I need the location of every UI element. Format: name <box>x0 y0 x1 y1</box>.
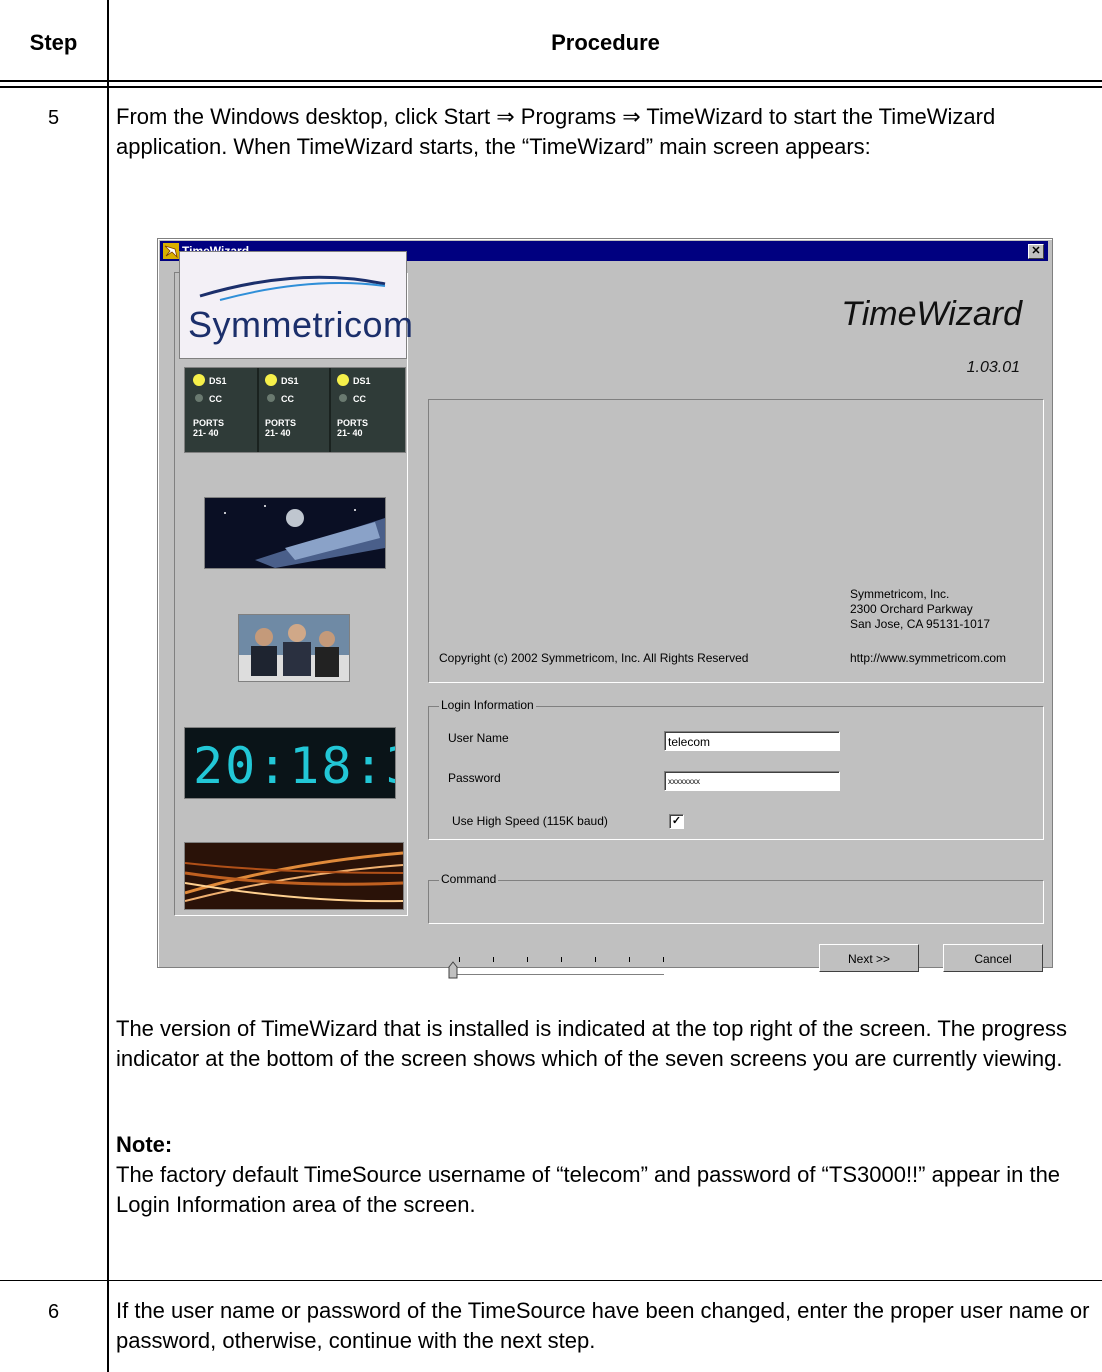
fiber-optics-image <box>184 842 404 910</box>
business-people-image <box>238 614 350 682</box>
digital-clock-image: 20:18:3 <box>184 727 396 799</box>
led-panel-image: DS1 CC PORTS 21- 40 DS1 CC PORTS 21- 40 DS1 CC POR… <box>184 367 406 453</box>
led-label: CC <box>209 394 222 404</box>
brand-title: TimeWizard <box>841 295 1022 333</box>
step5-description: The version of TimeWizard that is instal… <box>116 1016 1067 1071</box>
company-address-1: 2300 Orchard Parkway <box>850 602 973 616</box>
progress-tick <box>629 957 630 962</box>
progress-tick <box>493 957 494 962</box>
password-input[interactable]: xxxxxxxx <box>664 771 840 791</box>
app-icon <box>163 243 179 259</box>
led-off-icon <box>267 394 275 402</box>
header-step: Step <box>29 30 78 55</box>
satellite-image <box>204 497 386 569</box>
symmetricom-logo: Symmetricom <box>179 251 413 359</box>
progress-tick <box>595 957 596 962</box>
step-number-6: 6 <box>47 1301 60 1323</box>
user-name-input[interactable]: telecom <box>664 731 840 751</box>
company-address-2: San Jose, CA 95131-1017 <box>850 617 991 631</box>
led-label: CC <box>353 394 366 404</box>
led-off-icon <box>195 394 203 402</box>
led-label: CC <box>281 394 294 404</box>
cancel-button[interactable]: Cancel <box>943 944 1043 972</box>
column-divider <box>107 0 109 1372</box>
row-separator <box>0 1280 1102 1281</box>
info-panel <box>428 399 1044 683</box>
user-name-label: User Name <box>448 731 509 745</box>
progress-tick <box>663 957 664 962</box>
close-button[interactable]: ✕ <box>1028 244 1044 259</box>
ports-label: PORTS <box>337 418 368 428</box>
ports-label: PORTS <box>265 418 296 428</box>
clock-digits: 20:18:3 <box>193 737 395 795</box>
step-number-5: 5 <box>47 107 60 129</box>
progress-track <box>454 974 664 978</box>
company-name: Symmetricom, Inc. <box>850 587 950 601</box>
logo-swoosh-icon <box>199 275 386 301</box>
header-procedure: Procedure <box>551 30 660 55</box>
led-yellow-icon <box>337 374 349 386</box>
step6-text: If the user name or password of the Time… <box>116 1298 1090 1353</box>
password-label: Password <box>448 771 501 785</box>
led-off-icon <box>339 394 347 402</box>
login-group-label: Login Information <box>439 698 536 712</box>
step5-intro: From the Windows desktop, click Start ⇒ … <box>116 104 996 159</box>
header-rule-top <box>0 80 1102 82</box>
ports-range: 21- 40 <box>337 428 363 438</box>
next-button[interactable]: Next >> <box>819 944 919 972</box>
logo-text: Symmetricom <box>188 304 414 345</box>
ports-range: 21- 40 <box>193 428 219 438</box>
progress-thumb-icon <box>448 961 458 979</box>
high-speed-checkbox[interactable]: ✓ <box>669 814 684 829</box>
high-speed-label: Use High Speed (115K baud) <box>452 814 608 828</box>
version-number: 1.03.01 <box>966 359 1020 376</box>
note-body: The factory default TimeSource username … <box>116 1162 1061 1217</box>
progress-tick <box>527 957 528 962</box>
progress-tick <box>459 957 460 962</box>
progress-tick <box>561 957 562 962</box>
led-yellow-icon <box>265 374 277 386</box>
led-label: DS1 <box>209 376 227 386</box>
led-yellow-icon <box>193 374 205 386</box>
led-label: DS1 <box>281 376 299 386</box>
command-group-label: Command <box>439 872 499 886</box>
ports-label: PORTS <box>193 418 224 428</box>
company-url: http://www.symmetricom.com <box>850 651 1007 665</box>
timewizard-window: TimeWizard ✕ Symmetricom DS1CCPORTS21- 4… <box>157 238 1053 979</box>
header-rule-bottom <box>0 86 1102 88</box>
ports-range: 21- 40 <box>265 428 291 438</box>
copyright-text: Copyright (c) 2002 Symmetricom, Inc. All… <box>439 651 749 665</box>
note-title: Note: <box>116 1132 173 1157</box>
led-label: DS1 <box>353 376 371 386</box>
command-group: Command <box>428 872 1044 924</box>
